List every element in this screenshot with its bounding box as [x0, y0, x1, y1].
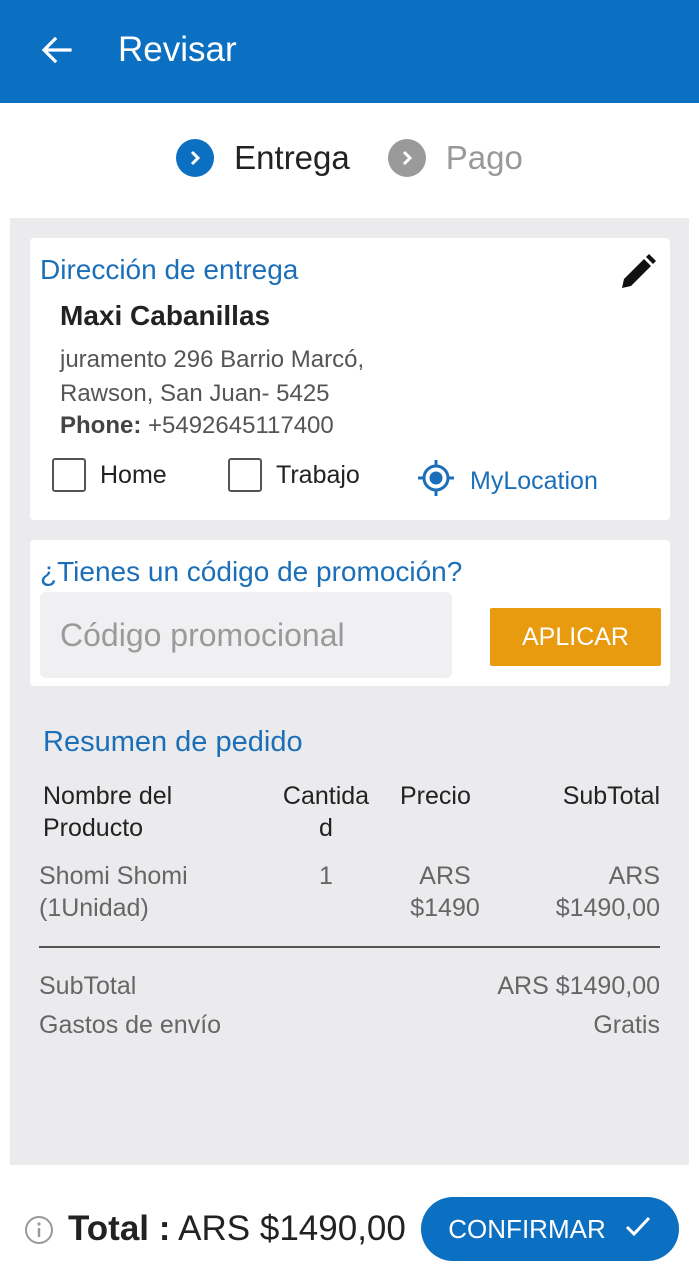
edit-pencil-icon[interactable] [618, 252, 658, 292]
quantity-cell: 1 [319, 862, 333, 890]
delivery-address-card: Dirección de entrega Maxi Cabanillas jur… [30, 238, 670, 520]
info-icon[interactable] [24, 1215, 54, 1245]
shipping-row: Gastos de envío Gratis [39, 1011, 660, 1040]
order-summary-title: Resumen de pedido [43, 726, 303, 758]
step-label: Pago [445, 139, 523, 176]
column-header-subtotal: SubTotal [562, 782, 660, 810]
work-checkbox[interactable]: Trabajo [228, 458, 360, 492]
checkbox-icon [52, 458, 86, 492]
home-label: Home [100, 460, 167, 489]
phone-value: +5492645117400 [141, 412, 334, 439]
back-arrow-icon[interactable] [36, 30, 76, 70]
checkout-steps: Entrega Pago [0, 130, 699, 186]
apply-button[interactable]: APLICAR [490, 608, 661, 666]
work-label: Trabajo [276, 460, 360, 489]
checkbox-icon [228, 458, 262, 492]
step-entrega[interactable]: Entrega [176, 139, 350, 177]
confirm-button[interactable]: CONFIRMAR [421, 1197, 679, 1261]
app-bar: Revisar [0, 0, 699, 103]
promo-question: ¿Tienes un código de promoción? [40, 556, 463, 587]
step-label: Entrega [234, 139, 350, 176]
address-line-2: Rawson, San Juan- 5425 [60, 380, 330, 407]
chevron-right-icon [176, 139, 215, 177]
my-location-button[interactable]: MyLocation [416, 458, 598, 505]
check-icon [624, 1214, 652, 1245]
shipping-value: Gratis [593, 1011, 660, 1039]
shipping-label: Gastos de envío [39, 1011, 222, 1039]
confirm-label: CONFIRMAR [448, 1213, 606, 1244]
price-cell: ARS $1490 [410, 862, 480, 922]
product-name-cell: Shomi Shomi (1Unidad) [39, 862, 188, 922]
location-target-icon [416, 458, 456, 505]
checkout-footer: Total : ARS $1490,00 CONFIRMAR [0, 1165, 699, 1280]
column-header-price: Precio [400, 782, 471, 810]
total-label: Total : [68, 1209, 171, 1248]
subtotal-label: SubTotal [39, 972, 137, 1000]
promo-code-card: ¿Tienes un código de promoción? APLICAR [30, 540, 670, 686]
address-line-1: juramento 296 Barrio Marcó, [60, 346, 365, 373]
subtotal-value: ARS $1490,00 [497, 972, 660, 1000]
summary-divider [39, 946, 660, 948]
home-checkbox[interactable]: Home [52, 458, 167, 492]
total-value: ARS $1490,00 [170, 1209, 406, 1248]
order-total: Total : ARS $1490,00 [68, 1209, 406, 1249]
recipient-name: Maxi Cabanillas [60, 300, 271, 331]
chevron-right-icon [387, 139, 426, 177]
phone: Phone: +5492645117400 [60, 412, 334, 440]
address-type-options: Home Trabajo MyLocation [52, 458, 652, 498]
promo-code-input[interactable] [40, 592, 452, 678]
address-section-title: Dirección de entrega [40, 254, 299, 285]
step-pago[interactable]: Pago [387, 139, 523, 177]
column-header-quantity: Cantida d [282, 782, 370, 842]
my-location-label: MyLocation [470, 467, 598, 495]
subtotal-row: SubTotal ARS $1490,00 [39, 972, 660, 1001]
column-header-product: Nombre del Producto [43, 782, 173, 842]
page-title: Revisar [118, 30, 237, 69]
subtotal-cell: ARS $1490,00 [555, 862, 660, 922]
phone-label: Phone: [60, 412, 142, 439]
review-content: Dirección de entrega Maxi Cabanillas jur… [10, 218, 689, 1165]
